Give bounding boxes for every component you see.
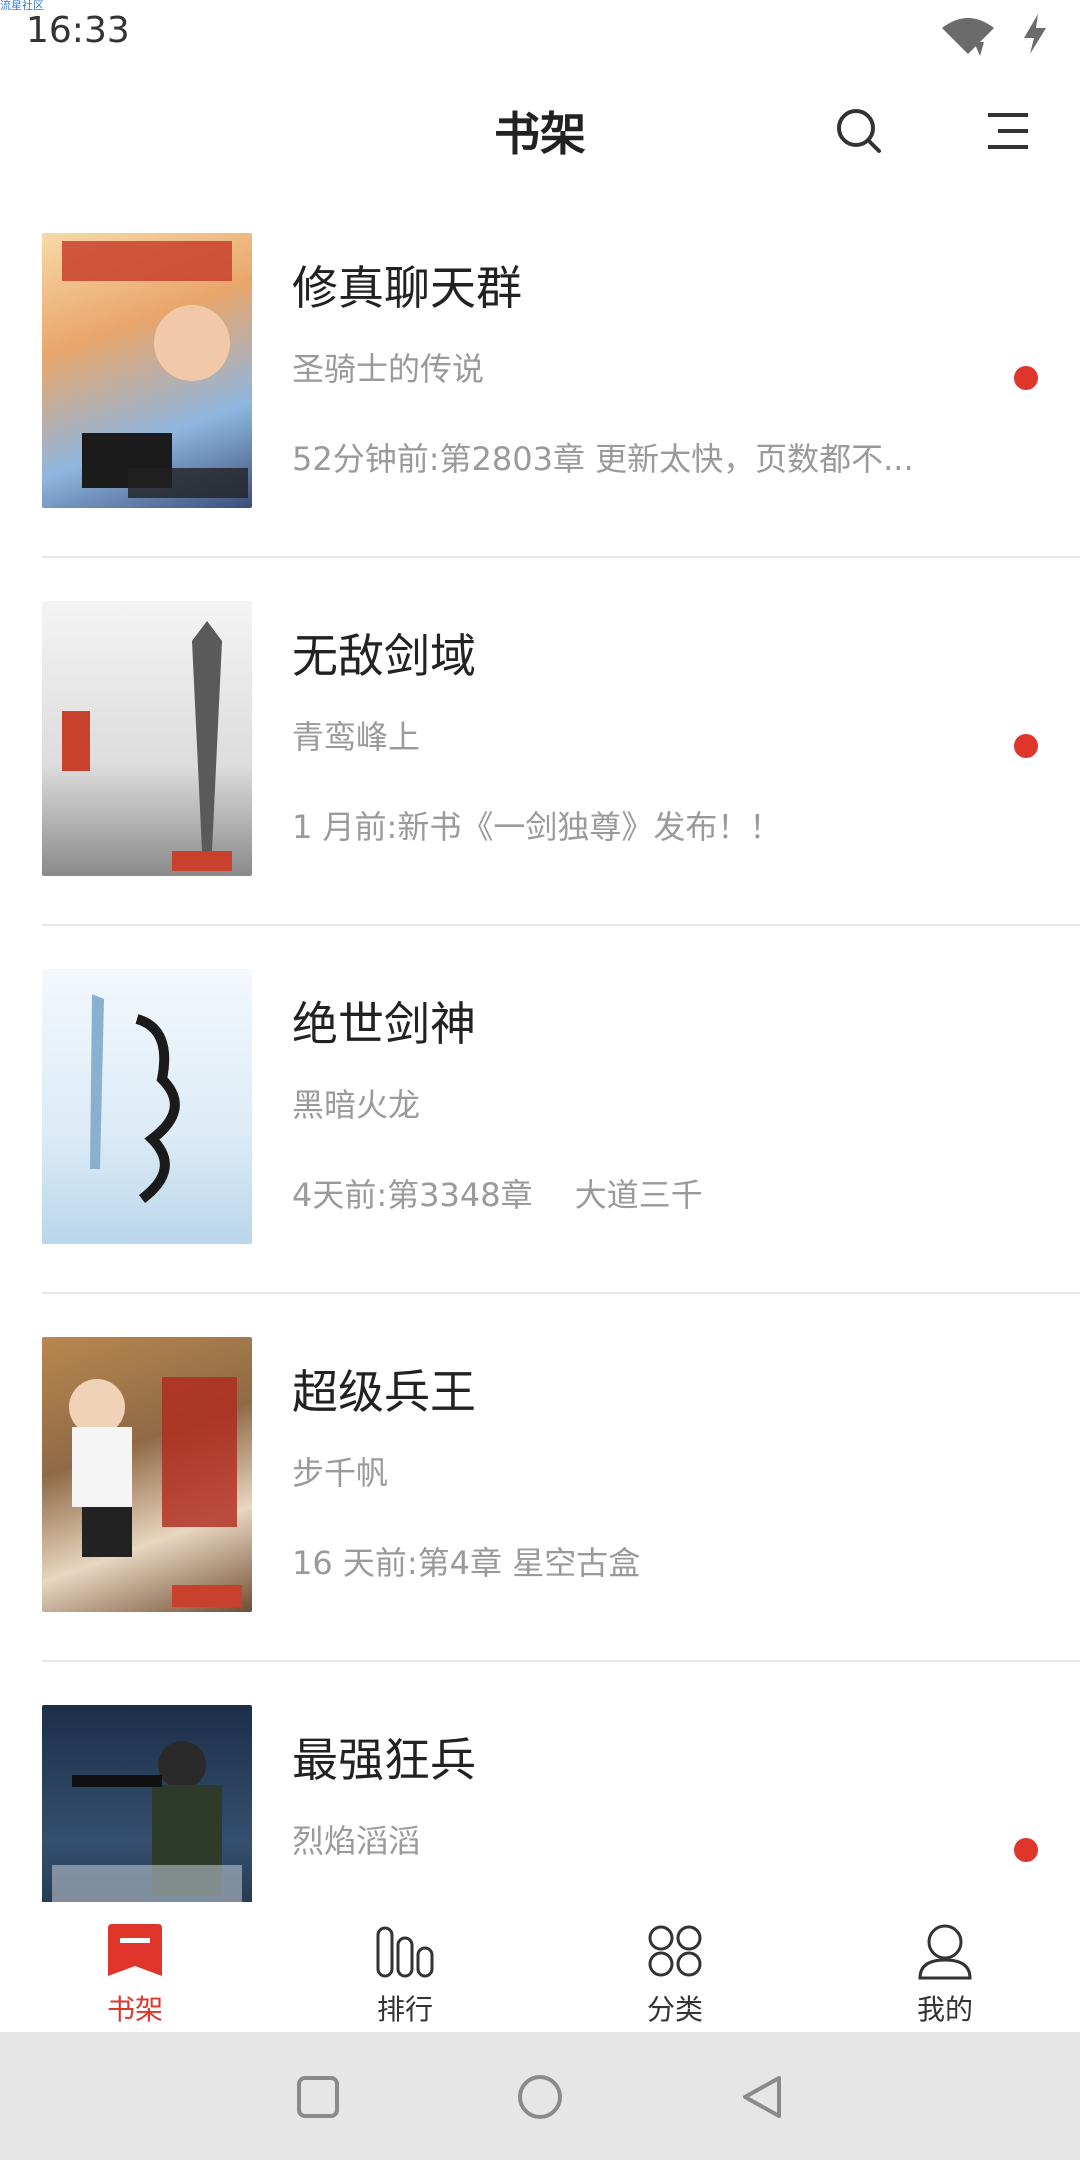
- book-title: 最强狂兵: [292, 1733, 476, 1787]
- book-latest-update: 52分钟前:第2803章 更新太快，页数都不...: [292, 440, 914, 478]
- wifi-icon: [942, 18, 994, 56]
- nav-item-ranking[interactable]: 排行: [270, 1902, 540, 2032]
- book-cover: [42, 1705, 252, 1902]
- book-title: 修真聊天群: [292, 261, 522, 315]
- system-navigation-bar: [0, 2032, 1080, 2160]
- profile-icon: [914, 1920, 976, 1982]
- book-cover: [42, 1337, 252, 1612]
- book-author: 烈焰滔滔: [292, 1822, 421, 1860]
- back-button[interactable]: [727, 2062, 797, 2132]
- unread-dot: [1014, 1838, 1038, 1862]
- bookmark-icon: [104, 1920, 166, 1982]
- menu-button[interactable]: [972, 96, 1042, 166]
- book-title: 超级兵王: [292, 1365, 476, 1419]
- book-author: 步千帆: [292, 1454, 389, 1492]
- bookshelf-list: 修真聊天群 圣骑士的传说 52分钟前:第2803章 更新太快，页数都不... 无…: [0, 190, 1080, 1902]
- page-title: 书架: [494, 107, 586, 161]
- book-item[interactable]: 无敌剑域 青鸾峰上 1 月前:新书《一剑独尊》发布！！: [0, 558, 1080, 926]
- book-item[interactable]: 最强狂兵 烈焰滔滔: [0, 1662, 1080, 1902]
- category-icon: [644, 1920, 706, 1982]
- unread-dot: [1014, 734, 1038, 758]
- nav-label: 书架: [106, 1993, 163, 2026]
- status-bar: 16:33: [0, 0, 1080, 70]
- search-icon: [837, 109, 881, 153]
- book-item[interactable]: 超级兵王 步千帆 16 天前:第4章 星空古盒: [0, 1294, 1080, 1662]
- book-title: 绝世剑神: [292, 997, 476, 1051]
- book-author: 青鸾峰上: [292, 718, 421, 756]
- recent-apps-button[interactable]: [283, 2062, 353, 2132]
- nav-label: 分类: [646, 1993, 703, 2026]
- book-cover: [42, 233, 252, 508]
- nav-label: 我的: [916, 1993, 973, 2026]
- book-cover: [42, 969, 252, 1244]
- home-button[interactable]: [505, 2062, 575, 2132]
- book-item[interactable]: 修真聊天群 圣骑士的传说 52分钟前:第2803章 更新太快，页数都不...: [0, 190, 1080, 558]
- nav-label: 排行: [376, 1993, 433, 2026]
- status-time: 16:33: [26, 10, 130, 51]
- book-latest-update: 1 月前:新书《一剑独尊》发布！！: [292, 808, 782, 846]
- book-author: 圣骑士的传说: [292, 350, 485, 388]
- book-cover: [42, 601, 252, 876]
- ranking-icon: [374, 1920, 436, 1982]
- app-header: 书架: [0, 70, 1080, 190]
- recent-apps-icon: [297, 2076, 339, 2118]
- search-button[interactable]: [824, 96, 894, 166]
- home-icon: [518, 2075, 562, 2119]
- book-latest-update: 16 天前:第4章 星空古盒: [292, 1544, 641, 1582]
- back-icon: [743, 2076, 781, 2118]
- status-icons: [940, 12, 1060, 62]
- unread-dot: [1014, 366, 1038, 390]
- nav-item-profile[interactable]: 我的: [810, 1902, 1080, 2032]
- bottom-navigation: 书架 排行 分类 我的: [0, 1902, 1080, 2032]
- book-latest-update: 4天前:第3348章 大道三千: [292, 1176, 703, 1214]
- book-item[interactable]: 绝世剑神 黑暗火龙 4天前:第3348章 大道三千: [0, 926, 1080, 1294]
- menu-icon: [988, 113, 1028, 149]
- book-title: 无敌剑域: [292, 629, 476, 683]
- charging-icon: [1024, 14, 1046, 54]
- book-author: 黑暗火龙: [292, 1086, 421, 1124]
- nav-item-category[interactable]: 分类: [540, 1902, 810, 2032]
- nav-item-bookshelf[interactable]: 书架: [0, 1902, 270, 2032]
